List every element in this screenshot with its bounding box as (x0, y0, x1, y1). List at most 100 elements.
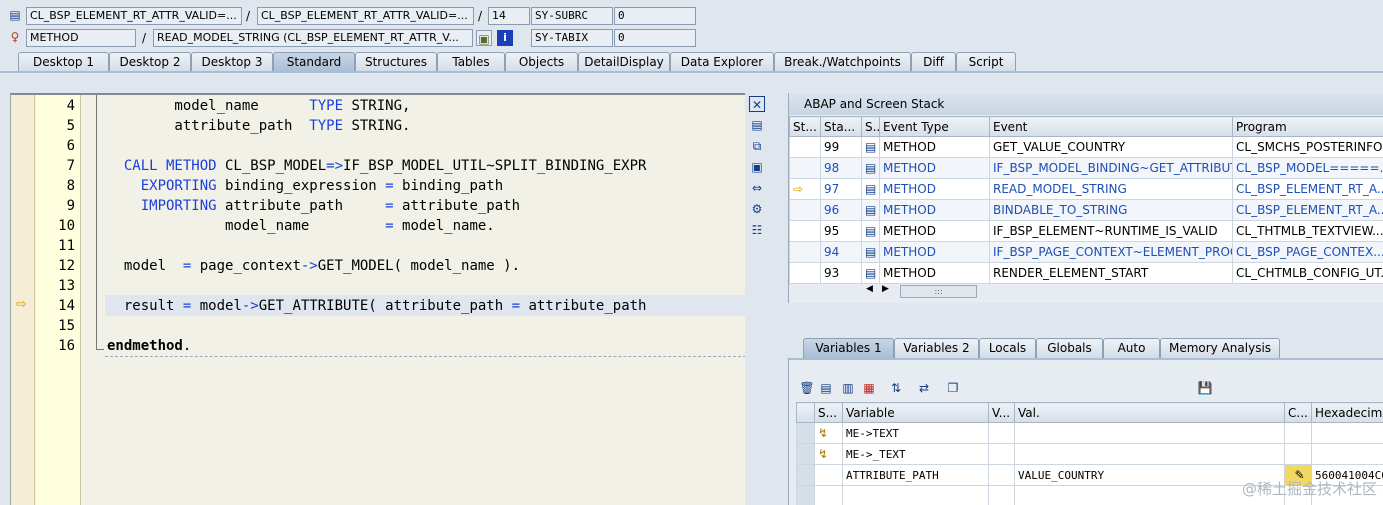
line-field[interactable]: 14 (488, 7, 530, 25)
tab-underline (0, 71, 1383, 73)
event-field[interactable]: READ_MODEL_STRING (CL_BSP_ELEMENT_RT_ATT… (153, 29, 473, 47)
info-icon[interactable]: i (497, 30, 513, 46)
delete-icon[interactable]: 🗑 (799, 380, 815, 396)
services-icon[interactable]: ⚙ (749, 201, 765, 217)
source-icon: ▤ (861, 241, 880, 263)
sort-icon[interactable]: ⇅ (888, 380, 904, 396)
code-line: 16 endmethod. (58, 338, 192, 354)
table-row[interactable]: 99 ▤ METHOD GET_VALUE_COUNTRY CL_SMCHS_POSTE… (789, 136, 1383, 158)
include-field[interactable]: CL_BSP_ELEMENT_RT_ATTR_VALID=... (257, 7, 474, 25)
col-header[interactable]: Sta... (820, 116, 862, 137)
table-row[interactable]: ⇨ 97 ▤ METHOD READ_MODEL_STRING CL_BSP_ELEMEN… (789, 178, 1383, 200)
tab-globals[interactable]: Globals (1036, 338, 1103, 358)
col-header[interactable]: Event Type (879, 116, 990, 137)
source-icon: ▤ (861, 199, 880, 221)
code-line: 11 (58, 238, 75, 254)
tab-auto[interactable]: Auto (1103, 338, 1160, 358)
sy-tabix-label: SY-TABIX (531, 29, 613, 47)
scroll-right-icon[interactable]: ▶ (882, 284, 889, 294)
col-header[interactable]: C... (1284, 402, 1312, 423)
code-line: 6 (66, 138, 75, 154)
separator: / (246, 9, 251, 23)
open-icon[interactable]: ❐ (945, 380, 961, 396)
tab-desktop-2[interactable]: Desktop 2 (109, 52, 191, 72)
col-header[interactable]: S... (814, 402, 843, 423)
col-header[interactable]: Hexadecimal V (1311, 402, 1383, 423)
event-type-field[interactable]: METHOD (26, 29, 136, 47)
col-header (796, 402, 815, 423)
desktop-tabs: Desktop 1 Desktop 2 Desktop 3 Standard S… (0, 52, 1383, 72)
program-field[interactable]: CL_BSP_ELEMENT_RT_ATTR_VALID=... (26, 7, 242, 25)
col-header[interactable]: Event (989, 116, 1233, 137)
table-row[interactable]: 96 ▤ METHOD BINDABLE_TO_STRING CL_BSP_ELEMEN… (789, 199, 1383, 221)
col-header[interactable]: V... (988, 402, 1015, 423)
sy-subrc-label: SY-SUBRC (531, 7, 613, 25)
code-line: 8 EXPORTING binding_expression = binding… (66, 178, 504, 194)
tab-underline (789, 358, 1383, 360)
scroll-thumb[interactable]: ::: (900, 285, 977, 298)
tab-break-watchpoints[interactable]: Break./Watchpoints (774, 52, 911, 72)
tab-variables-1[interactable]: Variables 1 (803, 338, 894, 358)
tab-objects[interactable]: Objects (505, 52, 578, 72)
source-icon: ▤ (861, 262, 880, 284)
tab-data-explorer[interactable]: Data Explorer (670, 52, 774, 72)
close-icon[interactable]: ✕ (749, 96, 765, 112)
maximize-icon[interactable]: ▣ (749, 159, 765, 175)
table-row[interactable]: 98 ▤ METHOD IF_BSP_MODEL_BINDING~GET_ATTRIB… (789, 157, 1383, 179)
code-line: 4 model_name TYPE STRING, (66, 98, 411, 114)
source-icon: ▤ (861, 136, 880, 158)
code-line: 13 (58, 278, 75, 294)
tab-script[interactable]: Script (956, 52, 1016, 72)
col-header[interactable]: S... (861, 116, 880, 137)
method-list-icon[interactable]: ▤ (7, 7, 23, 23)
col-header[interactable]: St... (789, 116, 821, 137)
remove-icon[interactable]: ▦ (861, 380, 877, 396)
new-tool-icon[interactable]: ▤ (749, 117, 765, 133)
col-header[interactable]: Val. (1014, 402, 1285, 423)
display-icon[interactable]: ▣ (476, 30, 492, 46)
object-icon: ↯ (814, 443, 843, 465)
swap-tool-icon[interactable]: ⧉ (749, 138, 765, 154)
tab-structures[interactable]: Structures (355, 52, 437, 72)
col-header[interactable]: Program (1232, 116, 1383, 137)
method-end-line (105, 356, 745, 357)
tab-standard[interactable]: Standard (273, 52, 355, 72)
tab-tables[interactable]: Tables (437, 52, 505, 72)
append-icon[interactable]: ▥ (840, 380, 856, 396)
tab-detaildisplay[interactable]: DetailDisplay (578, 52, 670, 72)
source-code-editor[interactable]: ⇨ 4 model_name TYPE STRING, 5 attribute_… (10, 93, 745, 505)
scroll-left-icon[interactable]: ◀ (866, 284, 873, 294)
tab-desktop-3[interactable]: Desktop 3 (191, 52, 273, 72)
variable-tabs: Variables 1 Variables 2 Locals Globals A… (788, 338, 1383, 358)
table-row[interactable]: ↯ ME->_TEXT (796, 443, 1383, 465)
person-icon[interactable]: ♀ (7, 29, 23, 45)
code-line: 7 CALL METHOD CL_BSP_MODEL=>IF_BSP_MODEL… (66, 158, 647, 174)
code-line: 9 IMPORTING attribute_path = attribute_p… (66, 198, 521, 214)
sy-tabix-value: 0 (614, 29, 696, 47)
insert-icon[interactable]: ▤ (818, 380, 834, 396)
tab-variables-2[interactable]: Variables 2 (894, 338, 979, 358)
separator: / (142, 31, 147, 45)
code-line: 15 (58, 318, 75, 334)
save-icon[interactable]: 💾 (1197, 380, 1213, 396)
tab-diff[interactable]: Diff (911, 52, 956, 72)
code-line: 10 model_name = model_name. (58, 218, 495, 234)
tab-desktop-1[interactable]: Desktop 1 (18, 52, 109, 72)
table-row[interactable]: 94 ▤ METHOD IF_BSP_PAGE_CONTEXT~ELEMENT_PRO… (789, 241, 1383, 263)
table-row[interactable]: 93 ▤ METHOD RENDER_ELEMENT_START CL_CHTMLB_C… (789, 262, 1383, 284)
split-icon[interactable]: ⇔ (749, 180, 765, 196)
settings-icon[interactable]: ☷ (749, 222, 765, 238)
col-header[interactable]: Variable (842, 402, 989, 423)
current-arrow-icon: ⇨ (789, 178, 821, 200)
sy-subrc-value: 0 (614, 7, 696, 25)
table-row[interactable]: ↯ ME->TEXT (796, 422, 1383, 444)
tab-locals[interactable]: Locals (979, 338, 1036, 358)
layout-toolbar: ✕ ▤ ⧉ ▣ ⇔ ⚙ ☷ (746, 93, 768, 505)
table-row[interactable]: 95 ▤ METHOD IF_BSP_ELEMENT~RUNTIME_IS_VALID… (789, 220, 1383, 242)
code-line-current: 14 result = model->GET_ATTRIBUTE( attrib… (58, 298, 647, 314)
tab-memory-analysis[interactable]: Memory Analysis (1160, 338, 1280, 358)
abap-stack-panel: ABAP and Screen Stack St... Sta... S... … (788, 93, 1383, 303)
stack-horizontal-scrollbar[interactable]: ◀ ▶ ::: (864, 284, 1379, 300)
code-line: 5 attribute_path TYPE STRING. (66, 118, 411, 134)
transfer-icon[interactable]: ⇄ (916, 380, 932, 396)
